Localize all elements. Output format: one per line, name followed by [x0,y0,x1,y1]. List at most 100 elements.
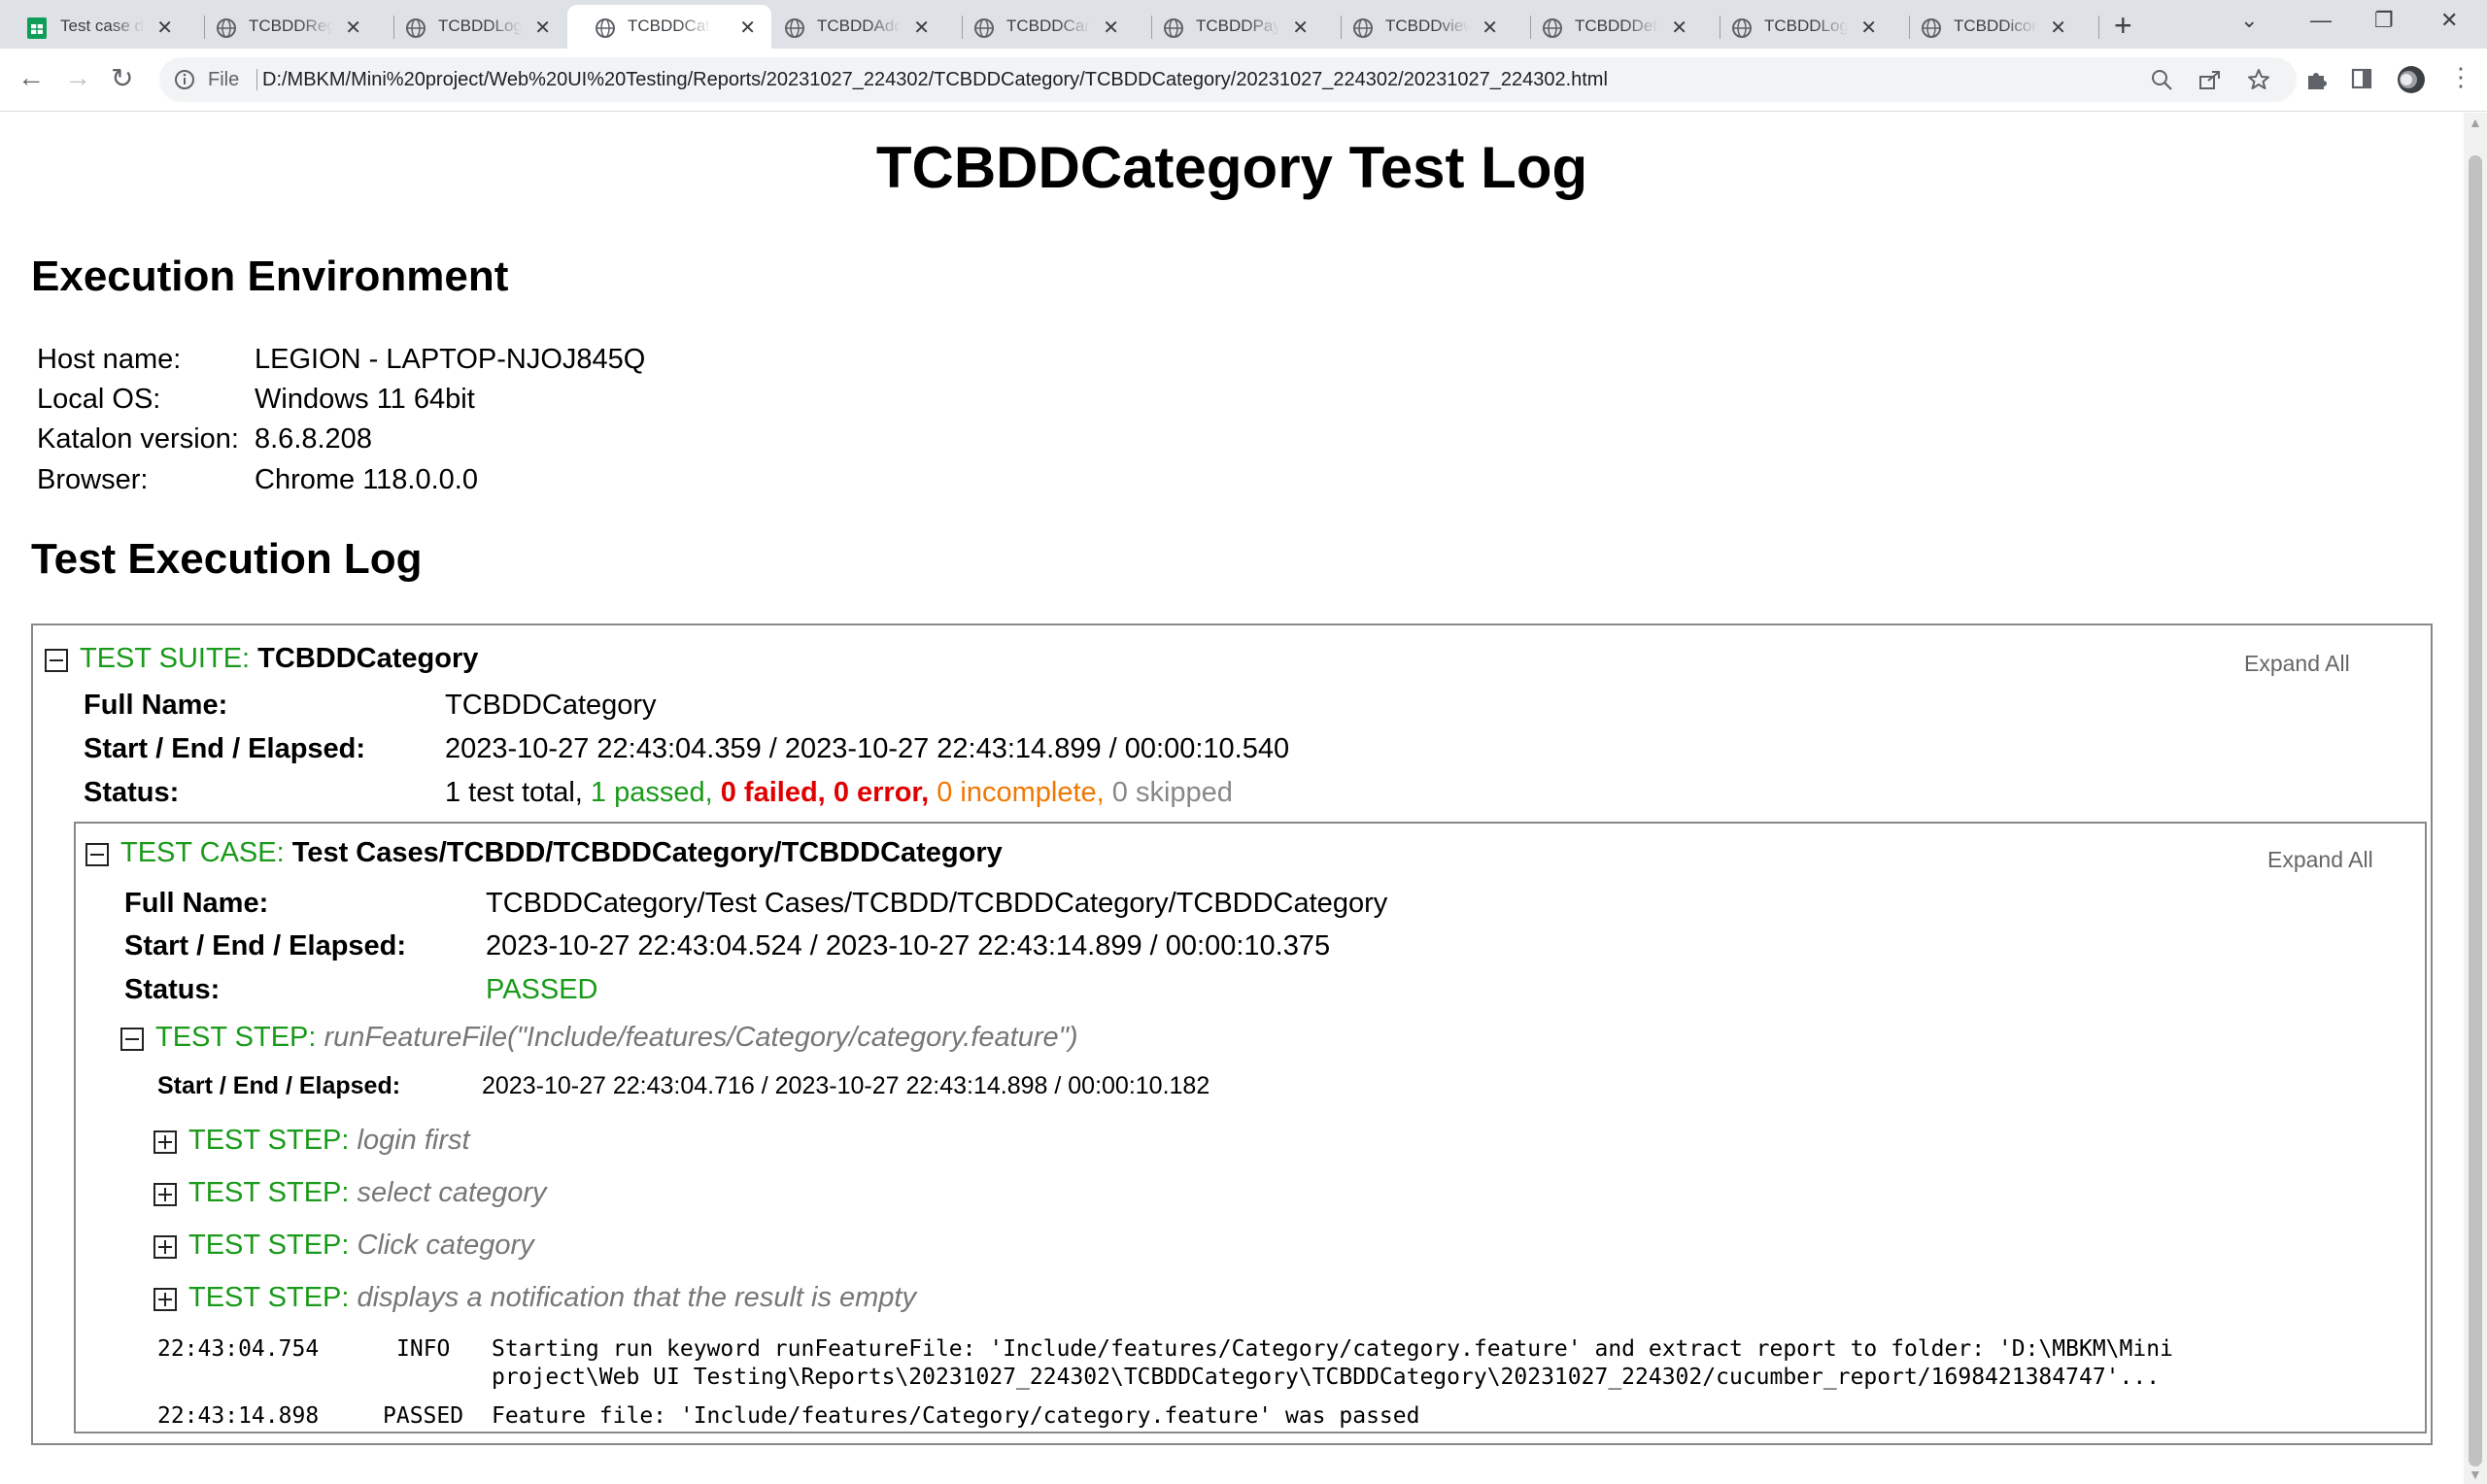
env-label: Host name: [37,344,182,375]
close-icon[interactable]: ✕ [739,16,756,40]
step-timing: 2023-10-27 22:43:04.716 / 2023-10-27 22:… [482,1072,1210,1099]
suite-full-name: TCBDDCategory [445,690,657,721]
globe-icon [974,18,994,38]
log-level: PASSED [383,1403,464,1429]
close-icon[interactable]: ✕ [156,16,173,40]
scroll-down-icon[interactable]: ▼ [2469,1467,2482,1482]
tab-title: TCBDDAddItem [817,17,901,35]
close-icon[interactable]: ✕ [534,16,551,40]
menu-icon[interactable]: ⋮ [2448,62,2473,92]
tab-title: TCBDDPayment [1196,17,1279,35]
tab-title: TCBDDview [1385,17,1469,35]
globe-icon [785,18,804,38]
globe-icon [217,18,236,38]
step-header[interactable]: TEST STEP: runFeatureFile("Include/featu… [155,1022,1078,1054]
expand-icon[interactable] [153,1130,177,1154]
tab-tcbdd-payment[interactable]: TCBDDPayment ✕ [1136,5,1324,49]
url-text[interactable]: D:/MBKM/Mini%20project/Web%20UI%20Testin… [262,69,1608,91]
status-passed: 1 passed, [590,777,713,808]
scroll-up-icon[interactable]: ▲ [2469,115,2482,130]
status-total: 1 test total, [445,777,583,808]
restore-icon[interactable]: ❐ [2374,8,2394,33]
tab-tcbdd-detail[interactable]: TCBDDDetail ✕ [1515,5,1703,49]
forward-icon[interactable]: → [64,62,91,93]
collapse-icon[interactable] [120,1028,144,1051]
tab-test-case-sheet[interactable]: Test case de ✕ [0,5,188,49]
tab-title: TCBDDLogout [1764,17,1848,35]
step-name: runFeatureFile("Include/features/Categor… [324,1022,1078,1053]
case-header[interactable]: TEST CASE: Test Cases/TCBDD/TCBDDCategor… [120,837,1003,869]
close-icon[interactable]: ✕ [913,16,930,40]
suite-name: TCBDDCategory [257,643,479,674]
substep-name: Click category [357,1230,534,1261]
expand-icon[interactable] [153,1235,177,1259]
close-icon[interactable]: ✕ [345,16,361,40]
tab-title: Test case de [60,17,144,35]
tab-title: TCBDDCart [1006,17,1090,35]
scroll-thumb[interactable] [2469,155,2482,1467]
step-kind: TEST STEP: [155,1022,317,1053]
status-error: 0 error, [833,777,930,808]
status-failed: 0 failed, [720,777,826,808]
profile-avatar-icon[interactable] [2396,64,2427,95]
tab-title: TCBDDDetail [1575,17,1658,35]
suite-full-name-label: Full Name: [84,690,228,721]
substep-header[interactable]: TEST STEP: select category [188,1177,547,1209]
substep-kind: TEST STEP: [188,1125,350,1156]
expand-icon[interactable] [153,1288,177,1311]
close-icon[interactable]: ✕ [2050,16,2066,40]
case-expand-all-link[interactable]: Expand All [2267,847,2373,873]
env-label: Local OS: [37,384,161,415]
globe-icon [1543,18,1562,38]
tab-title: TCBDDicon [1954,17,2037,35]
extensions-icon[interactable] [2304,68,2328,91]
reload-icon[interactable]: ↻ [111,62,133,94]
tab-tcbdd-cart[interactable]: TCBDDCart ✕ [946,5,1135,49]
zoom-icon[interactable] [2151,69,2172,90]
close-icon[interactable]: ✕ [1860,16,1877,40]
substep-name: login first [357,1125,470,1156]
suite-kind: TEST SUITE: [80,643,251,674]
substep-header[interactable]: TEST STEP: login first [188,1125,470,1157]
side-panel-icon[interactable] [2351,68,2372,89]
suite-expand-all-link[interactable]: Expand All [2244,651,2350,677]
close-icon[interactable]: ✕ [1292,16,1309,40]
case-status: PASSED [486,974,598,1005]
minimize-icon[interactable]: — [2310,8,2332,33]
new-tab-button[interactable]: + [2114,8,2132,44]
suite-timing: 2023-10-27 22:43:04.359 / 2023-10-27 22:… [445,733,1290,764]
tab-search-icon[interactable]: ⌄ [2240,8,2258,33]
log-level: INFO [396,1336,451,1362]
substep-name: displays a notification that the result … [357,1282,916,1313]
share-icon[interactable] [2198,69,2222,90]
substep-kind: TEST STEP: [188,1230,350,1261]
close-icon[interactable]: ✕ [1103,16,1119,40]
tab-tcbdd-icon[interactable]: TCBDDicon ✕ [1893,5,2082,49]
test-case-panel: TEST CASE: Test Cases/TCBDD/TCBDDCategor… [74,822,2427,1433]
globe-icon [1353,18,1373,38]
report-page: TCBDDCategory Test Log Execution Environ… [0,113,2464,1484]
globe-icon [1922,18,1941,38]
tab-tcbdd-add-item[interactable]: TCBDDAddItem ✕ [757,5,945,49]
substep-header[interactable]: TEST STEP: Click category [188,1230,534,1262]
window-close-icon[interactable]: ✕ [2440,8,2458,33]
tab-tcbdd-category[interactable]: TCBDDCategory ✕ [567,5,771,49]
suite-header[interactable]: TEST SUITE: TCBDDCategory [80,643,478,675]
tab-tcbdd-view[interactable]: TCBDDview ✕ [1325,5,1514,49]
substep-header[interactable]: TEST STEP: displays a notification that … [188,1282,916,1314]
suite-status: 1 test total, 1 passed, 0 failed, 0 erro… [445,777,1233,809]
back-icon[interactable]: ← [17,62,45,93]
collapse-icon[interactable] [45,649,68,672]
address-bar[interactable]: File D:/MBKM/Mini%20project/Web%20UI%20T… [159,57,2297,102]
collapse-icon[interactable] [85,843,109,866]
tab-tcbdd-register[interactable]: TCBDDRegister ✕ [188,5,377,49]
close-icon[interactable]: ✕ [1671,16,1687,40]
case-timing: 2023-10-27 22:43:04.524 / 2023-10-27 22:… [486,930,1331,961]
tab-tcbdd-login[interactable]: TCBDDLogin ✕ [378,5,566,49]
info-icon[interactable] [173,68,196,91]
tab-tcbdd-logout[interactable]: TCBDDLogout ✕ [1704,5,1892,49]
expand-icon[interactable] [153,1183,177,1206]
star-icon[interactable] [2247,68,2270,91]
globe-icon [1164,18,1183,38]
close-icon[interactable]: ✕ [1482,16,1498,40]
